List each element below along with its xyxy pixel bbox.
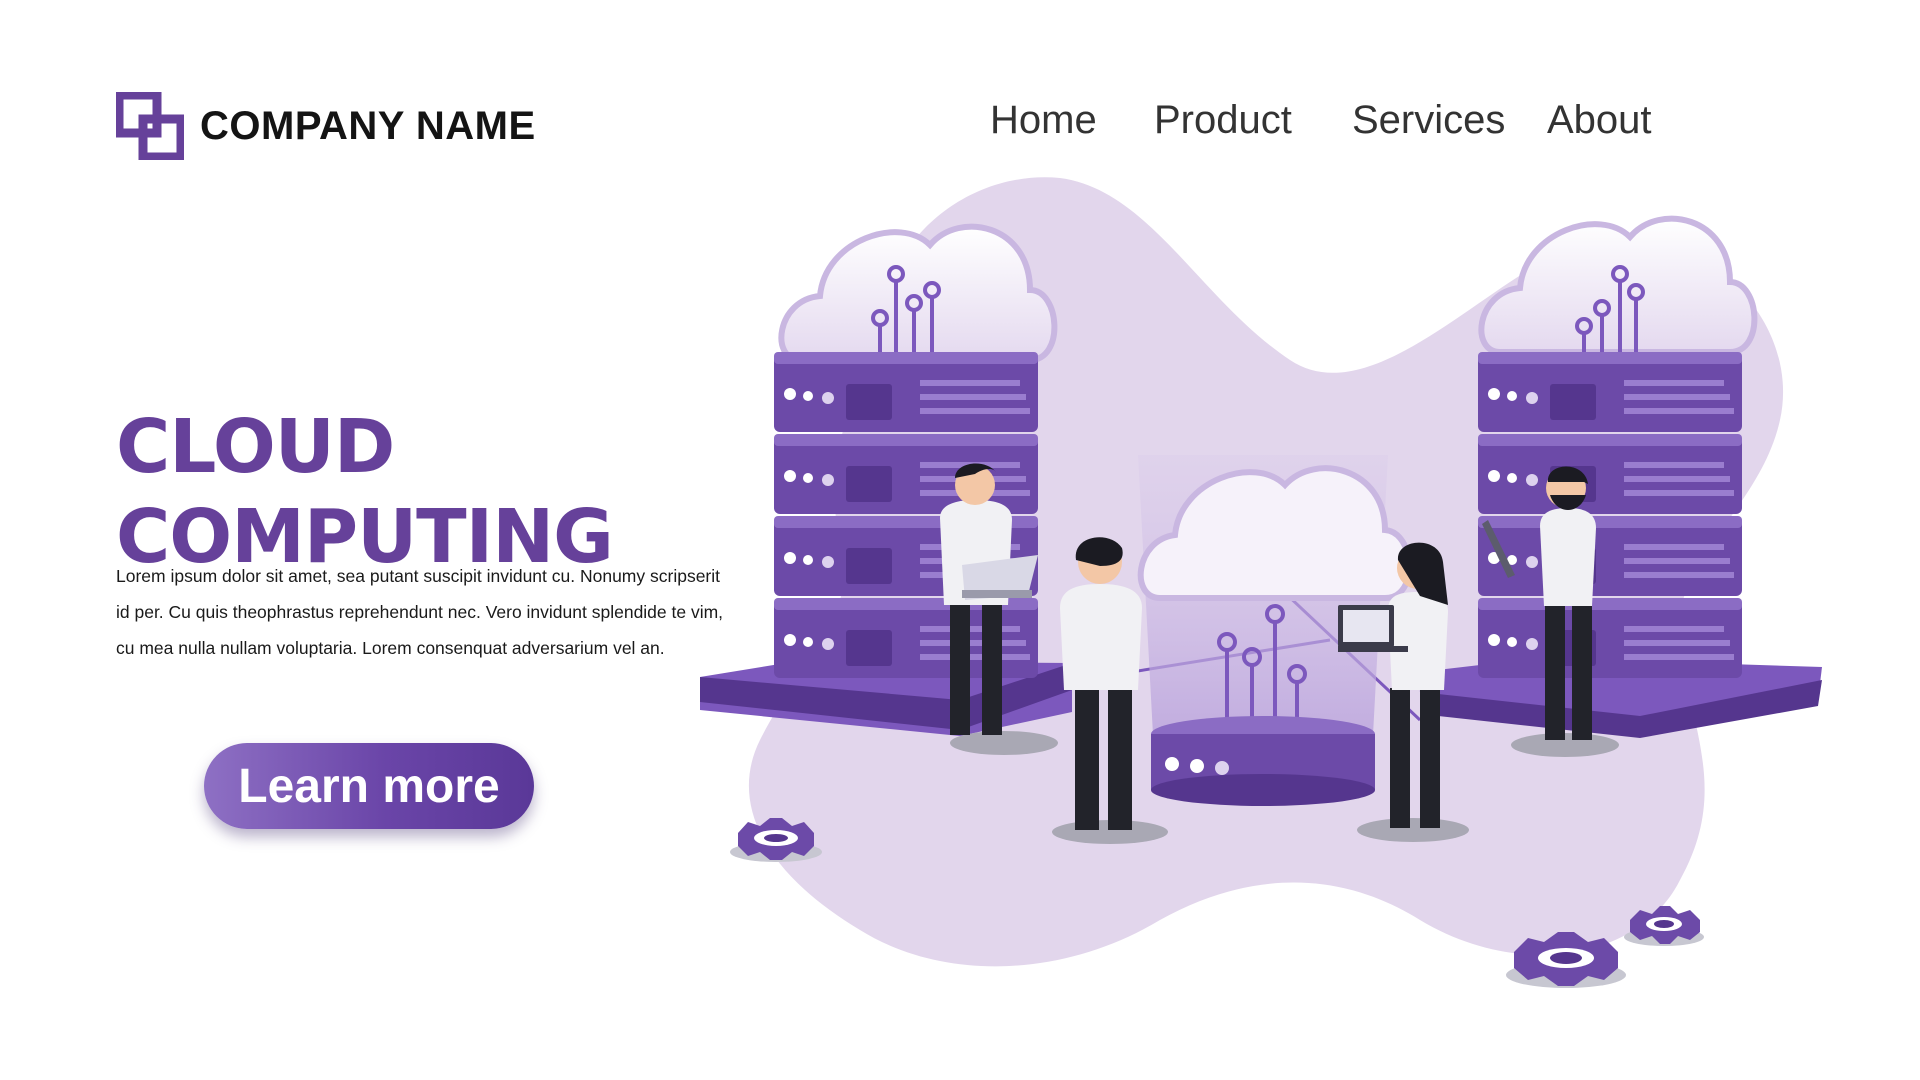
nav-item-product[interactable]: Product (1154, 98, 1292, 143)
cloud-icon (1478, 215, 1758, 360)
learn-more-button[interactable]: Learn more (204, 743, 534, 829)
cloud-icon (778, 223, 1058, 363)
company-name: COMPANY NAME (200, 103, 536, 148)
nav-item-home[interactable]: Home (990, 98, 1097, 143)
overlapping-squares-logo-icon (116, 92, 184, 160)
hero-title-line-1: CLOUD (116, 403, 395, 490)
hero-title: CLOUD COMPUTING (116, 402, 614, 582)
nav-item-about[interactable]: About (1547, 98, 1652, 143)
hero-description: Lorem ipsum dolor sit amet, sea putant s… (116, 565, 724, 658)
nav-item-services[interactable]: Services (1352, 98, 1505, 143)
logo[interactable]: COMPANY NAME (116, 92, 536, 160)
cloud-computing-illustration (700, 177, 1822, 988)
